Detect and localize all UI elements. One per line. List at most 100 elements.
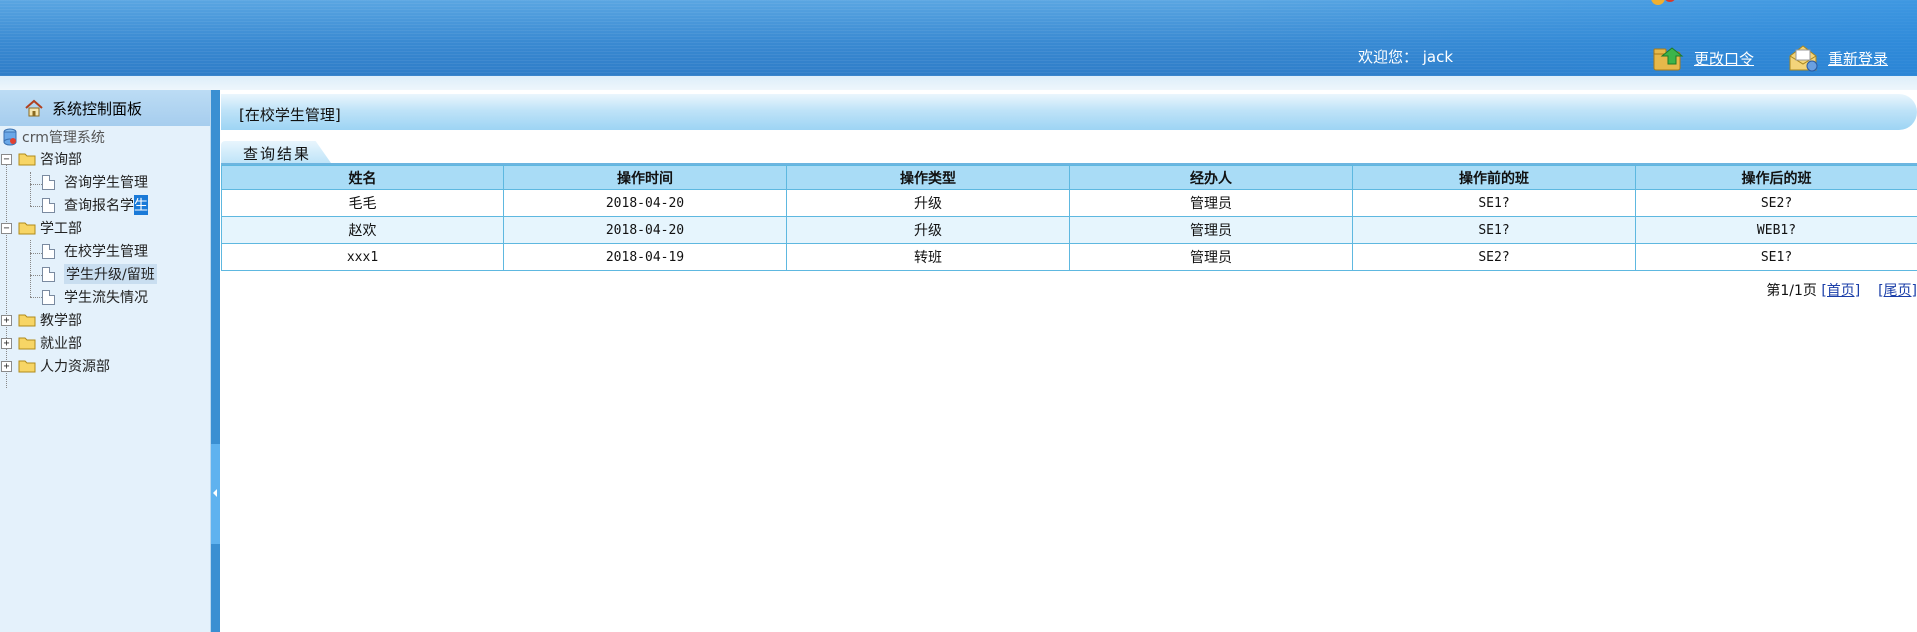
page-title: [在校学生管理] bbox=[239, 106, 341, 124]
top-header: 欢迎您： jack 更改口令 重新登录 bbox=[0, 0, 1917, 76]
pagination: 第1/1页 [首页] [尾页] bbox=[1766, 280, 1917, 300]
table-cell: 赵欢 bbox=[221, 216, 504, 244]
table-cell: 升级 bbox=[786, 189, 1070, 217]
table-cell: 管理员 bbox=[1069, 189, 1353, 217]
tree-root[interactable]: crm管理系统 bbox=[2, 126, 105, 148]
tree-group-label: 学工部 bbox=[40, 221, 82, 237]
column-header: 操作后的班 bbox=[1635, 165, 1917, 190]
column-header: 经办人 bbox=[1069, 165, 1353, 190]
document-icon bbox=[42, 197, 55, 213]
tree-item-query-enrolled[interactable]: 查询报名学生 bbox=[42, 194, 148, 216]
tree-group-label: 就业部 bbox=[40, 336, 82, 352]
tree-item-label: 咨询学生管理 bbox=[64, 175, 148, 191]
folder-open-icon bbox=[18, 153, 36, 166]
expand-icon[interactable]: + bbox=[1, 360, 12, 372]
tree-group-student-affairs[interactable]: − 学工部 bbox=[1, 217, 82, 239]
column-header: 姓名 bbox=[221, 165, 504, 190]
relogin-link[interactable]: 重新登录 bbox=[1786, 44, 1888, 72]
collapse-sidebar-handle[interactable] bbox=[211, 444, 220, 544]
home-icon bbox=[25, 99, 43, 117]
text-selection: 生 bbox=[134, 195, 148, 215]
header-separator bbox=[0, 76, 1917, 90]
tree-item-upgrade-retain[interactable]: 学生升级/留班 bbox=[42, 263, 157, 285]
first-page-link[interactable]: [首页] bbox=[1821, 283, 1860, 299]
tree-line bbox=[30, 184, 42, 185]
tree-group-hr[interactable]: + 人力资源部 bbox=[1, 355, 110, 377]
table-cell: xxx1 bbox=[221, 243, 504, 271]
sidebar-splitter[interactable] bbox=[211, 90, 220, 632]
table-cell: 转班 bbox=[786, 243, 1070, 271]
database-icon bbox=[3, 128, 17, 146]
collapse-icon[interactable]: − bbox=[1, 222, 12, 234]
collapse-icon[interactable]: − bbox=[1, 153, 12, 165]
table-cell: WEB1? bbox=[1635, 216, 1917, 244]
tree-line bbox=[30, 253, 42, 254]
change-password-link[interactable]: 更改口令 bbox=[1652, 44, 1754, 72]
table-cell: 管理员 bbox=[1069, 216, 1353, 244]
tree-item-school-students[interactable]: 在校学生管理 bbox=[42, 240, 148, 262]
tree-line bbox=[30, 206, 42, 207]
results-table: 姓名 操作时间 操作类型 经办人 操作前的班 操作后的班 毛毛 2018-04-… bbox=[221, 165, 1917, 271]
table-cell: SE2? bbox=[1352, 243, 1636, 271]
document-icon bbox=[42, 289, 55, 305]
tree-group-label: 教学部 bbox=[40, 313, 82, 329]
tree-item-consult-students[interactable]: 咨询学生管理 bbox=[42, 171, 148, 193]
welcome-text: 欢迎您： jack bbox=[1358, 48, 1454, 66]
tree-item-label: 在校学生管理 bbox=[64, 244, 148, 260]
table-cell: SE2? bbox=[1635, 189, 1917, 217]
status-badge-icon bbox=[1651, 0, 1675, 5]
tree-item-label: 学生流失情况 bbox=[64, 290, 148, 306]
column-header: 操作时间 bbox=[503, 165, 787, 190]
expand-icon[interactable]: + bbox=[1, 314, 12, 326]
table-cell: 2018-04-20 bbox=[503, 216, 787, 244]
tree-item-label: 学生升级/留班 bbox=[64, 264, 157, 284]
tree-item-label: 查询报名学 bbox=[64, 198, 134, 214]
table-cell: SE1? bbox=[1352, 189, 1636, 217]
page-info: 第1/1页 bbox=[1766, 283, 1817, 299]
folder-open-icon bbox=[18, 222, 36, 235]
panel-title-label: 系统控制面板 bbox=[52, 99, 143, 118]
tree-group-consult[interactable]: − 咨询部 bbox=[1, 148, 82, 170]
folder-icon bbox=[18, 337, 36, 350]
expand-icon[interactable]: + bbox=[1, 337, 12, 349]
folder-icon bbox=[18, 360, 36, 373]
document-icon bbox=[42, 243, 55, 259]
table-row: 毛毛 2018-04-20 升级 管理员 SE1? SE2? bbox=[221, 189, 1917, 217]
tab-label: 查询结果 bbox=[243, 145, 312, 163]
document-icon bbox=[42, 266, 55, 282]
tree-root-label: crm管理系统 bbox=[22, 130, 105, 146]
table-cell: SE1? bbox=[1635, 243, 1917, 271]
panel-title[interactable]: 系统控制面板 bbox=[0, 90, 210, 126]
main-title-bar: [在校学生管理] bbox=[221, 94, 1917, 130]
tree-line bbox=[30, 240, 31, 297]
tree-group-label: 咨询部 bbox=[40, 152, 82, 168]
last-page-link[interactable]: [尾页] bbox=[1878, 283, 1917, 299]
table-header-row: 姓名 操作时间 操作类型 经办人 操作前的班 操作后的班 bbox=[221, 165, 1917, 190]
tree-item-student-loss[interactable]: 学生流失情况 bbox=[42, 286, 148, 308]
main-content: [在校学生管理] 查询结果 姓名 操作时间 操作类型 经办人 操作前的班 操作后… bbox=[221, 90, 1917, 632]
sidebar: 系统控制面板 crm管理系统 − 咨询部 咨询学生管理 查询报名学生 − 学工部… bbox=[0, 90, 211, 632]
table-cell: 毛毛 bbox=[221, 189, 504, 217]
table-cell: 管理员 bbox=[1069, 243, 1353, 271]
table-row: xxx1 2018-04-19 转班 管理员 SE2? SE1? bbox=[221, 243, 1917, 271]
table-cell: SE1? bbox=[1352, 216, 1636, 244]
tree-group-employment[interactable]: + 就业部 bbox=[1, 332, 82, 354]
relogin-label[interactable]: 重新登录 bbox=[1828, 48, 1888, 69]
folder-icon bbox=[18, 314, 36, 327]
folder-arrow-icon bbox=[1653, 47, 1684, 71]
table-cell: 2018-04-19 bbox=[503, 243, 787, 271]
table-cell: 2018-04-20 bbox=[503, 189, 787, 217]
document-icon bbox=[42, 174, 55, 190]
tree-line bbox=[30, 275, 42, 276]
column-header: 操作类型 bbox=[786, 165, 1070, 190]
table-cell: 升级 bbox=[786, 216, 1070, 244]
tree-group-teaching[interactable]: + 教学部 bbox=[1, 309, 82, 331]
mail-envelope-icon bbox=[1789, 45, 1818, 72]
tree-group-label: 人力资源部 bbox=[40, 359, 110, 375]
column-header: 操作前的班 bbox=[1352, 165, 1636, 190]
change-password-label[interactable]: 更改口令 bbox=[1694, 48, 1754, 69]
table-row: 赵欢 2018-04-20 升级 管理员 SE1? WEB1? bbox=[221, 216, 1917, 244]
tree-line bbox=[30, 297, 42, 298]
tree-line bbox=[30, 172, 31, 206]
tab-query-results[interactable]: 查询结果 bbox=[221, 141, 331, 163]
